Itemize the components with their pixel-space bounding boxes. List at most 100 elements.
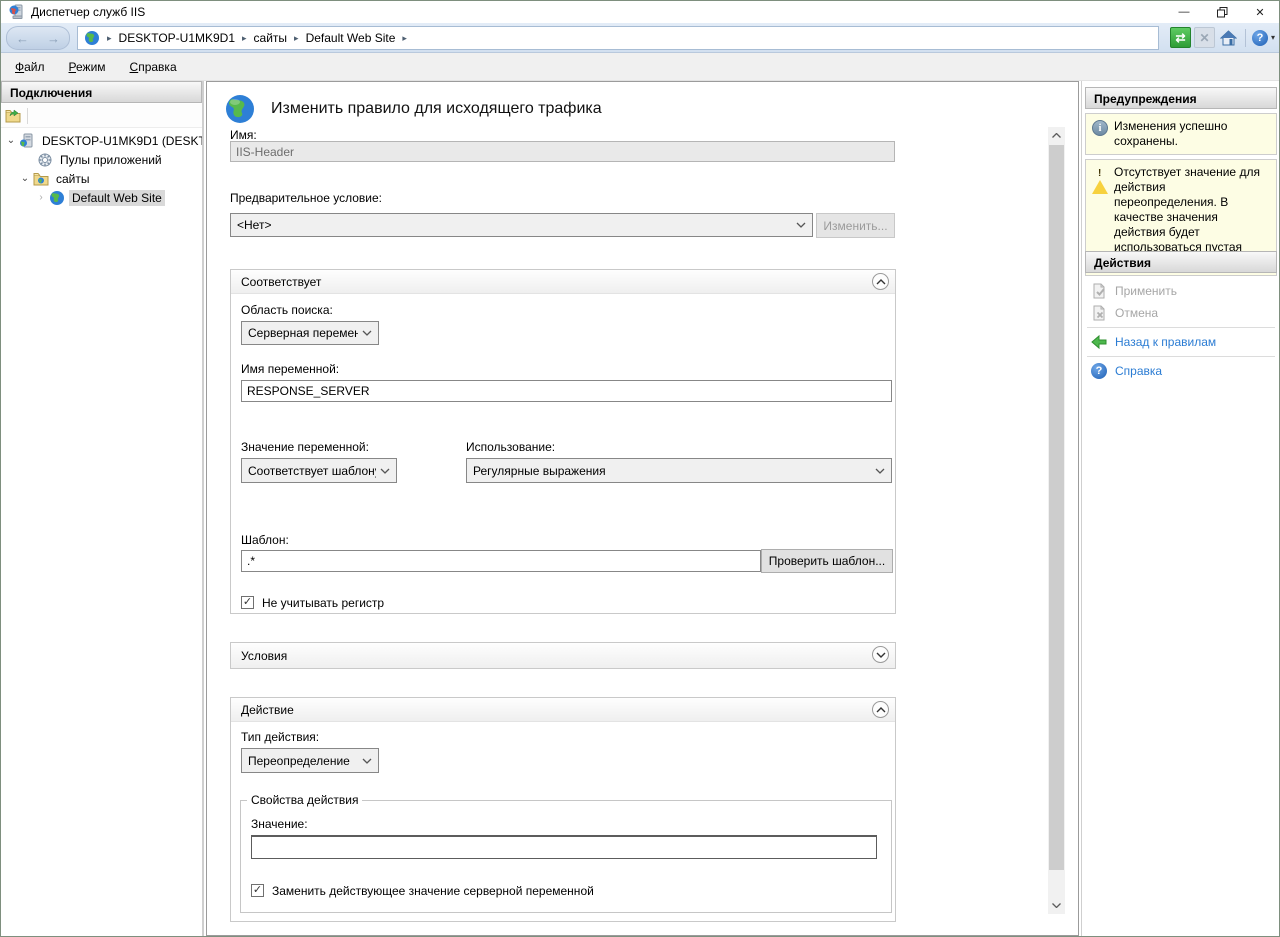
connections-header: Подключения bbox=[1, 81, 202, 103]
chevron-down-icon bbox=[875, 468, 885, 474]
collapse-section-button[interactable] bbox=[872, 273, 889, 290]
save-connection-icon[interactable] bbox=[5, 108, 21, 124]
breadcrumb-separator-icon[interactable]: ▸ bbox=[291, 33, 302, 44]
page-title: Изменить правило для исходящего трафика bbox=[271, 100, 602, 118]
action-type-select[interactable]: Переопределение bbox=[241, 748, 379, 773]
ignore-case-checkbox[interactable]: ✓ bbox=[241, 596, 254, 609]
variable-name-label: Имя переменной: bbox=[241, 362, 339, 376]
scrollbar-thumb[interactable] bbox=[1049, 145, 1064, 870]
info-icon: i bbox=[1092, 120, 1108, 136]
variable-name-input[interactable] bbox=[241, 380, 892, 402]
match-section-header: Соответствует bbox=[231, 270, 895, 294]
name-label: Имя: bbox=[230, 128, 257, 142]
collapsed-icon[interactable]: › bbox=[35, 192, 47, 203]
scroll-up-icon[interactable] bbox=[1048, 127, 1065, 144]
variable-value-select[interactable]: Соответствует шаблону bbox=[241, 458, 397, 483]
app-icon bbox=[9, 4, 25, 20]
close-icon[interactable]: ✕ bbox=[1241, 1, 1279, 23]
actions-separator bbox=[1087, 356, 1275, 357]
warning-icon bbox=[1092, 166, 1108, 182]
conditions-section-header: Условия bbox=[231, 643, 895, 668]
help-action-label[interactable]: Справка bbox=[1115, 364, 1162, 378]
server-icon bbox=[19, 133, 35, 149]
help-dropdown-icon[interactable]: ▾ bbox=[1271, 33, 1275, 42]
precondition-label: Предварительное условие: bbox=[230, 191, 382, 205]
test-pattern-button[interactable]: Проверить шаблон... bbox=[761, 549, 893, 573]
window-controls: — ✕ bbox=[1165, 1, 1279, 23]
stop-icon: ✕ bbox=[1194, 27, 1215, 48]
variable-value-value: Соответствует шаблону bbox=[248, 464, 376, 478]
match-section: Соответствует Область поиска: Серверная … bbox=[230, 269, 896, 614]
back-icon[interactable]: ← bbox=[16, 31, 29, 46]
scope-select[interactable]: Серверная переменн bbox=[241, 321, 379, 345]
vertical-scrollbar[interactable] bbox=[1048, 127, 1065, 914]
iis-manager-window: Диспетчер служб IIS — ✕ ← → ▸ DESKTOP-U1… bbox=[0, 0, 1280, 937]
scroll-down-icon[interactable] bbox=[1048, 897, 1065, 914]
usage-select[interactable]: Регулярные выражения bbox=[466, 458, 892, 483]
tree-item-app-pools[interactable]: Пулы приложений bbox=[1, 150, 202, 169]
tree-item-app-pools-label[interactable]: Пулы приложений bbox=[57, 152, 165, 168]
alerts-header: Предупреждения bbox=[1085, 87, 1277, 109]
cancel-action: Отмена bbox=[1091, 303, 1277, 323]
tree-item-sites[interactable]: ⌄ сайты bbox=[1, 169, 202, 188]
menu-bar: Файл Режим Справка bbox=[1, 53, 1279, 81]
tree-item-sites-label[interactable]: сайты bbox=[53, 171, 93, 187]
tree-item-default-web-site[interactable]: › Default Web Site bbox=[1, 188, 202, 207]
action-section-header: Действие bbox=[231, 698, 895, 722]
chevron-down-icon bbox=[362, 330, 372, 336]
breadcrumb-server[interactable]: DESKTOP-U1MK9D1 bbox=[115, 31, 239, 45]
tree-item-default-web-site-label[interactable]: Default Web Site bbox=[69, 190, 165, 206]
breadcrumb-separator-icon[interactable]: ▸ bbox=[239, 33, 250, 44]
action-section: Действие Тип действия: Переопределение С… bbox=[230, 697, 896, 922]
restore-icon[interactable] bbox=[1203, 1, 1241, 23]
minimize-icon[interactable]: — bbox=[1165, 1, 1203, 23]
usage-label: Использование: bbox=[466, 440, 555, 454]
usage-value: Регулярные выражения bbox=[473, 464, 871, 478]
match-section-title: Соответствует bbox=[241, 275, 321, 289]
cancel-icon bbox=[1091, 305, 1107, 321]
refresh-icon[interactable]: ⇄ bbox=[1170, 27, 1191, 48]
help-action[interactable]: ? Справка bbox=[1091, 361, 1277, 381]
action-properties-group: Свойства действия Значение: ✓ Заменить д… bbox=[240, 793, 892, 913]
back-to-rules-label[interactable]: Назад к правилам bbox=[1115, 335, 1216, 349]
variable-value-label: Значение переменной: bbox=[241, 440, 369, 454]
connections-tree: ⌄ DESKTOP-U1MK9D1 (DESKTOP Пулы приложен… bbox=[1, 131, 202, 207]
info-alert-text: Изменения успешно сохранены. bbox=[1114, 119, 1270, 149]
expanded-icon[interactable]: ⌄ bbox=[19, 173, 31, 184]
collapse-section-button[interactable] bbox=[872, 701, 889, 718]
pattern-input[interactable] bbox=[241, 550, 761, 572]
actions-separator bbox=[1087, 327, 1275, 328]
conditions-section-title: Условия bbox=[241, 649, 287, 663]
breadcrumb-separator-icon[interactable]: ▸ bbox=[399, 33, 410, 44]
ignore-case-label: Не учитывать регистр bbox=[262, 596, 384, 610]
nav-cloud: ← → bbox=[6, 26, 70, 50]
menu-help[interactable]: Справка bbox=[120, 56, 187, 78]
chevron-up-icon bbox=[876, 707, 886, 713]
expand-section-button[interactable] bbox=[872, 646, 889, 663]
value-input[interactable] bbox=[251, 835, 877, 859]
right-panel: Предупреждения i Изменения успешно сохра… bbox=[1081, 81, 1280, 937]
actions-header: Действия bbox=[1085, 251, 1277, 273]
chevron-up-icon bbox=[1052, 133, 1061, 138]
menu-file[interactable]: Файл bbox=[5, 56, 55, 78]
forward-icon[interactable]: → bbox=[47, 31, 60, 46]
action-type-label: Тип действия: bbox=[241, 730, 319, 744]
precondition-select[interactable]: <Нет> bbox=[230, 213, 813, 237]
apply-action-label: Применить bbox=[1115, 284, 1177, 298]
breadcrumb-sites[interactable]: сайты bbox=[250, 31, 292, 45]
help-icon[interactable]: ? bbox=[1252, 30, 1268, 46]
feature-globe-icon bbox=[224, 93, 256, 125]
menu-mode[interactable]: Режим bbox=[59, 56, 116, 78]
breadcrumb-default-web-site[interactable]: Default Web Site bbox=[302, 31, 400, 45]
chevron-down-icon bbox=[876, 652, 886, 658]
expanded-icon[interactable]: ⌄ bbox=[5, 135, 17, 146]
replace-value-label: Заменить действующее значение серверной … bbox=[272, 884, 594, 898]
tree-item-server-label[interactable]: DESKTOP-U1MK9D1 (DESKTOP bbox=[39, 133, 202, 149]
replace-value-checkbox[interactable]: ✓ bbox=[251, 884, 264, 897]
site-globe-icon bbox=[49, 190, 65, 206]
window-title: Диспетчер служб IIS bbox=[31, 5, 145, 19]
chevron-up-icon bbox=[876, 279, 886, 285]
home-icon[interactable] bbox=[1218, 27, 1239, 48]
back-to-rules-action[interactable]: Назад к правилам bbox=[1091, 332, 1277, 352]
tree-item-server[interactable]: ⌄ DESKTOP-U1MK9D1 (DESKTOP bbox=[1, 131, 202, 150]
